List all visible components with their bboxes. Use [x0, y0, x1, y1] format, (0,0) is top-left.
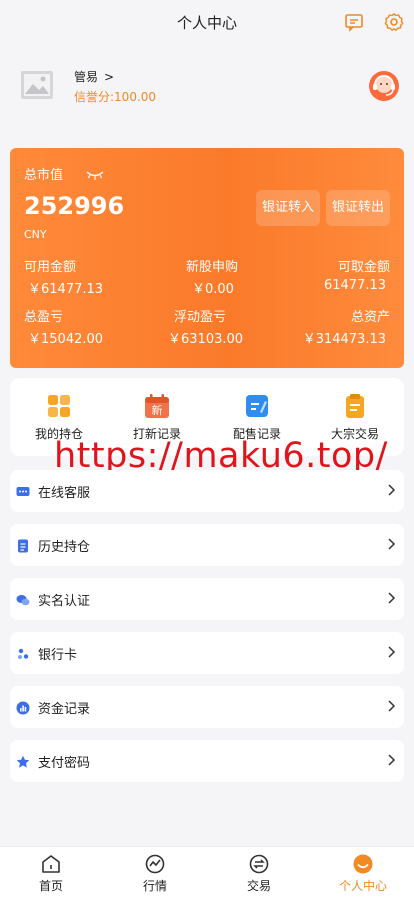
- chevron-right-icon: >: [104, 70, 115, 84]
- menu-item-label: 银行卡: [38, 648, 78, 663]
- message-icon[interactable]: [344, 12, 364, 32]
- trade-icon: [248, 853, 270, 875]
- top-header: 个人中心: [0, 0, 414, 44]
- floating-profit-loss-value: ￥63103.00: [168, 332, 244, 347]
- total-assets-label: 总资产: [350, 310, 390, 325]
- chevron-right-icon: [386, 590, 396, 606]
- fund-icon: [16, 700, 30, 715]
- chevron-right-icon: [386, 644, 396, 660]
- ipo-subscription-value: ￥0.00: [192, 282, 234, 297]
- chevron-right-icon: [386, 752, 396, 768]
- floating-profit-loss-label: 浮动盈亏: [174, 310, 227, 325]
- menu-item-payment-password[interactable]: 支付密码: [10, 740, 404, 782]
- username-text: 管易: [74, 70, 99, 84]
- menu-item-bank-card[interactable]: 银行卡: [10, 632, 404, 674]
- menu-item-label: 实名认证: [38, 594, 91, 609]
- tab-trade[interactable]: 交易: [214, 853, 304, 894]
- card-dots-icon: [16, 646, 30, 660]
- menu-item-online-service[interactable]: 在线客服: [10, 470, 404, 512]
- menu-item-history-positions[interactable]: 历史持仓: [10, 524, 404, 566]
- tab-profile[interactable]: 个人中心: [318, 853, 408, 894]
- tab-market[interactable]: 行情: [110, 853, 200, 894]
- menu-item-label: 在线客服: [38, 486, 91, 501]
- transfer-in-button[interactable]: 银证转入: [256, 190, 320, 226]
- menu-item-label: 历史持仓: [38, 540, 91, 555]
- asset-summary-card: 总市值 252996 CNY 银证转入 银证转出 可用金额 ￥61477.13 …: [10, 148, 404, 368]
- tab-label: 首页: [38, 879, 63, 893]
- total-profit-loss-value: ￥15042.00: [28, 332, 104, 347]
- menu-item-label: 资金记录: [38, 702, 91, 717]
- document-icon: [16, 538, 30, 553]
- available-amount-label: 可用金额: [24, 260, 77, 275]
- home-icon: [40, 853, 62, 875]
- bubbles-icon: [16, 592, 30, 606]
- withdrawable-amount-value: 61477.13: [323, 278, 386, 293]
- profile-icon: [352, 853, 374, 875]
- credit-score: 信誉分:100.00: [74, 90, 157, 104]
- ipo-subscription-label: 新股申购: [186, 260, 239, 275]
- svg-text:新: 新: [152, 403, 163, 417]
- withdrawable-amount-label: 可取金额: [337, 260, 390, 275]
- transfer-out-button[interactable]: 银证转出: [326, 190, 390, 226]
- bottom-tab-bar: 首页 行情 交易 个人中心: [0, 846, 414, 897]
- total-market-value-label: 总市值: [24, 168, 64, 183]
- menu-item-real-name-verification[interactable]: 实名认证: [10, 578, 404, 620]
- chat-icon: [16, 484, 30, 498]
- menu-item-fund-records[interactable]: 资金记录: [10, 686, 404, 728]
- tab-home[interactable]: 首页: [6, 853, 96, 894]
- image-placeholder-icon: [20, 70, 54, 100]
- currency-label: CNY: [24, 228, 47, 241]
- tab-label: 行情: [142, 879, 167, 893]
- new-calendar-icon: 新: [143, 392, 171, 420]
- chevron-right-icon: [386, 698, 396, 714]
- user-info-row[interactable]: 管易 > 信誉分:100.00: [0, 52, 414, 122]
- grid-icon: [45, 392, 73, 420]
- chevron-right-icon: [386, 536, 396, 552]
- total-market-value: 252996: [24, 192, 125, 220]
- chevron-right-icon: [386, 482, 396, 498]
- total-assets-value: ￥314473.13: [302, 332, 386, 347]
- clipboard-icon: [341, 392, 369, 420]
- tab-label: 交易: [246, 879, 271, 893]
- customer-service-icon[interactable]: [366, 68, 402, 104]
- eye-closed-icon[interactable]: [86, 166, 104, 180]
- username[interactable]: 管易 >: [74, 68, 114, 85]
- available-amount-value: ￥61477.13: [28, 282, 104, 297]
- edit-note-icon: [243, 392, 271, 420]
- gear-icon[interactable]: [384, 12, 404, 32]
- tab-label: 个人中心: [338, 879, 387, 893]
- market-icon: [144, 853, 166, 875]
- total-profit-loss-label: 总盈亏: [24, 310, 64, 325]
- menu-item-label: 支付密码: [38, 756, 91, 771]
- star-icon: [16, 754, 30, 768]
